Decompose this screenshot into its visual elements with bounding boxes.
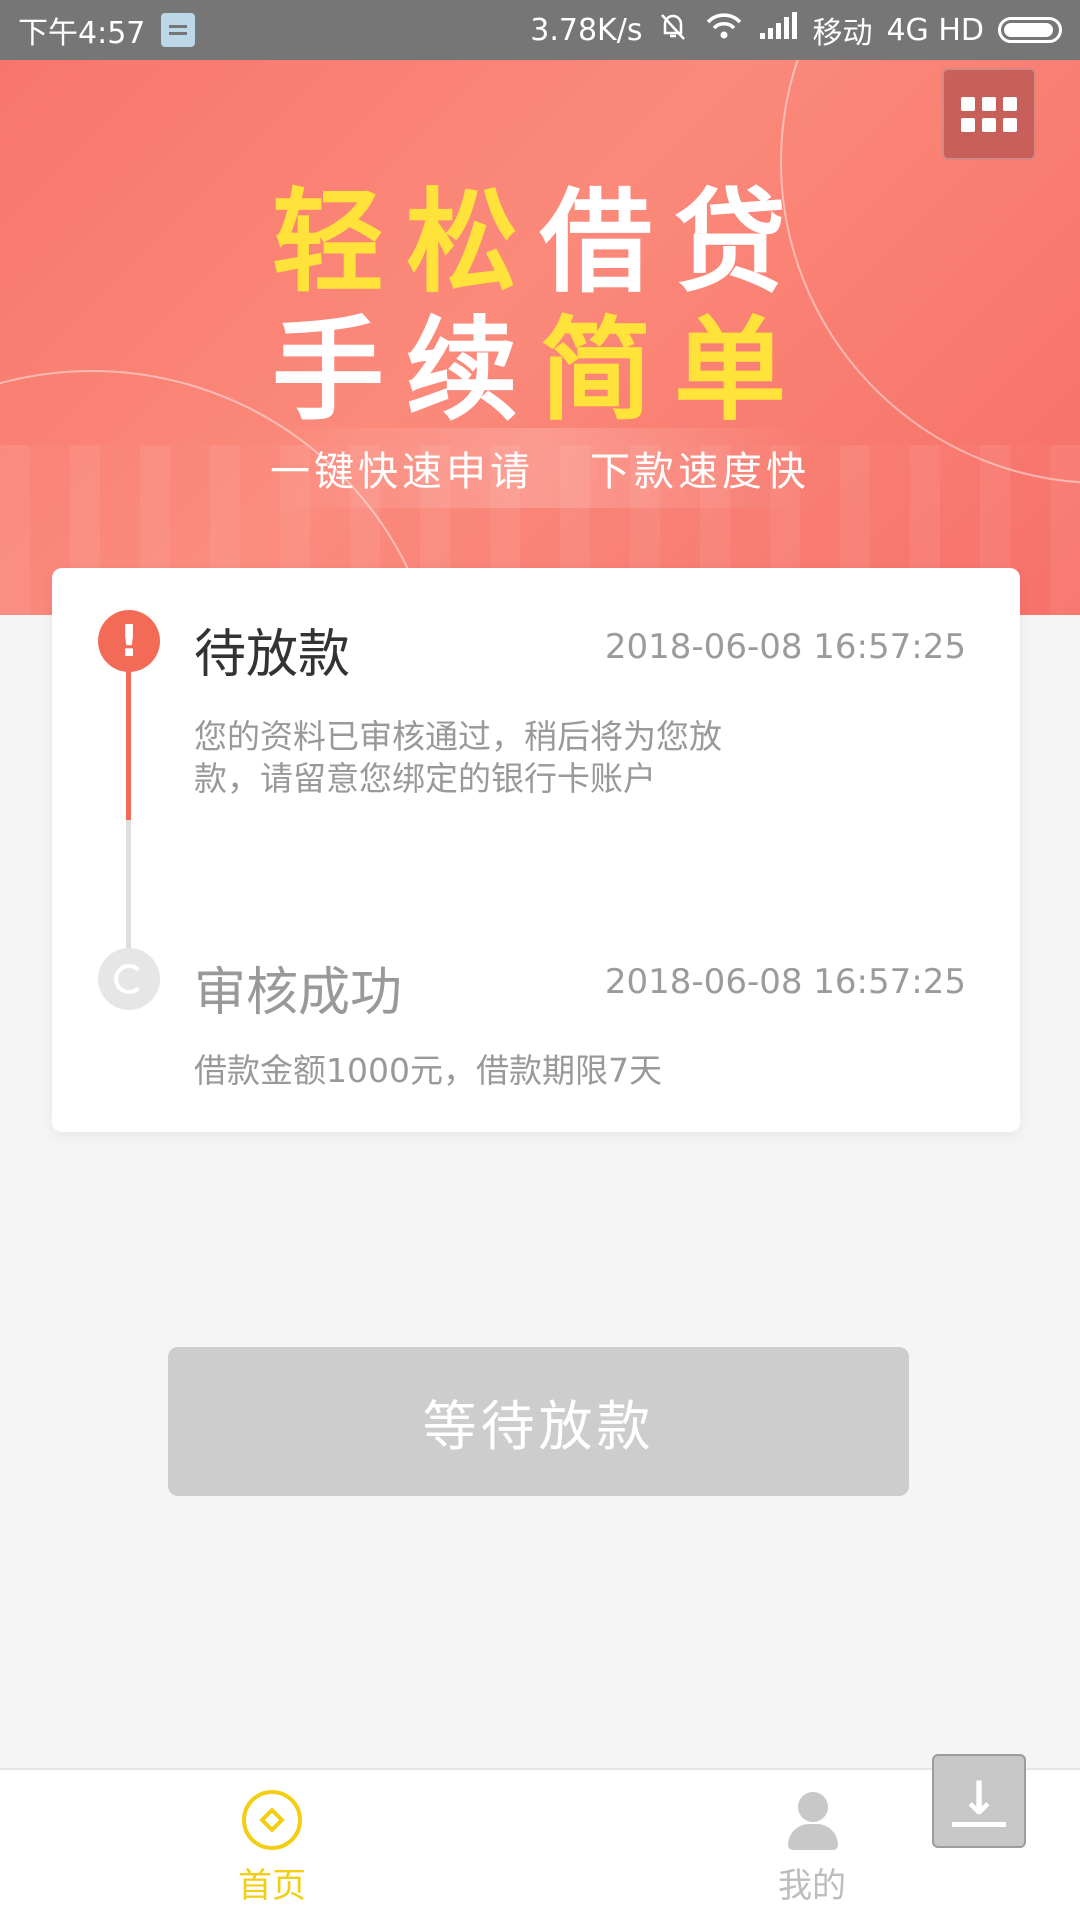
grid-dot bbox=[961, 96, 975, 111]
grid-dot bbox=[961, 117, 975, 132]
carrier-name: 移动 bbox=[812, 16, 873, 51]
battery-icon bbox=[998, 17, 1062, 43]
alert-icon: ! bbox=[98, 610, 160, 672]
step-title-pending: 待放款 bbox=[194, 625, 351, 685]
network-type: 4G HD bbox=[886, 12, 984, 48]
grid-dot bbox=[1003, 117, 1017, 132]
step-title-approved: 审核成功 bbox=[194, 963, 403, 1023]
grid-dot bbox=[982, 117, 996, 132]
headline-text: 手续 bbox=[272, 306, 540, 436]
headline-line-2: 手续简单 bbox=[0, 280, 1080, 442]
home-coin-icon bbox=[242, 1790, 302, 1850]
timeline-line-active bbox=[126, 662, 131, 822]
network-speed: 3.78K/s bbox=[530, 12, 643, 48]
tab-mine[interactable]: 我的 bbox=[712, 1790, 912, 1907]
status-time: 下午4:57 bbox=[18, 16, 146, 51]
tab-mine-label: 我的 bbox=[778, 1866, 846, 1906]
signal-icon bbox=[758, 11, 798, 49]
refresh-icon bbox=[98, 948, 160, 1010]
message-icon bbox=[161, 13, 196, 47]
bottom-tab-bar: 首页 我的 bbox=[0, 1768, 1080, 1922]
tab-home-label: 首页 bbox=[238, 1866, 306, 1906]
slogan-right: 下款速度快 bbox=[590, 449, 810, 495]
download-arrow-icon: ↓ bbox=[959, 1770, 999, 1825]
headline-highlight: 简单 bbox=[540, 306, 808, 436]
status-bar: 下午4:57 3.78K/s 移动 4G HD bbox=[0, 0, 1080, 60]
download-button[interactable]: ↓ bbox=[932, 1754, 1026, 1848]
user-icon bbox=[782, 1790, 842, 1850]
promo-banner: 轻松借贷 手续简单 一键快速申请 下款速度快 bbox=[0, 60, 1080, 615]
wait-disbursement-button[interactable]: 等待放款 bbox=[168, 1347, 909, 1496]
tab-home[interactable]: 首页 bbox=[172, 1790, 372, 1907]
wifi-icon bbox=[704, 9, 744, 51]
timeline-line bbox=[126, 820, 131, 960]
step-time-pending: 2018-06-08 16:57:25 bbox=[604, 627, 966, 667]
grid-menu-button[interactable] bbox=[942, 68, 1036, 160]
banner-slogan: 一键快速申请 下款速度快 bbox=[270, 428, 810, 508]
slogan-left: 一键快速申请 bbox=[270, 449, 534, 495]
grid-dot bbox=[982, 96, 996, 111]
step-description-pending: 您的资料已审核通过，稍后将为您放款，请留意您绑定的银行卡账户 bbox=[194, 717, 722, 798]
mute-icon bbox=[656, 9, 690, 51]
grid-dot bbox=[1003, 96, 1017, 111]
step-time-approved: 2018-06-08 16:57:25 bbox=[604, 962, 966, 1002]
step-description-approved: 借款金额1000元，借款期限7天 bbox=[194, 1051, 662, 1090]
